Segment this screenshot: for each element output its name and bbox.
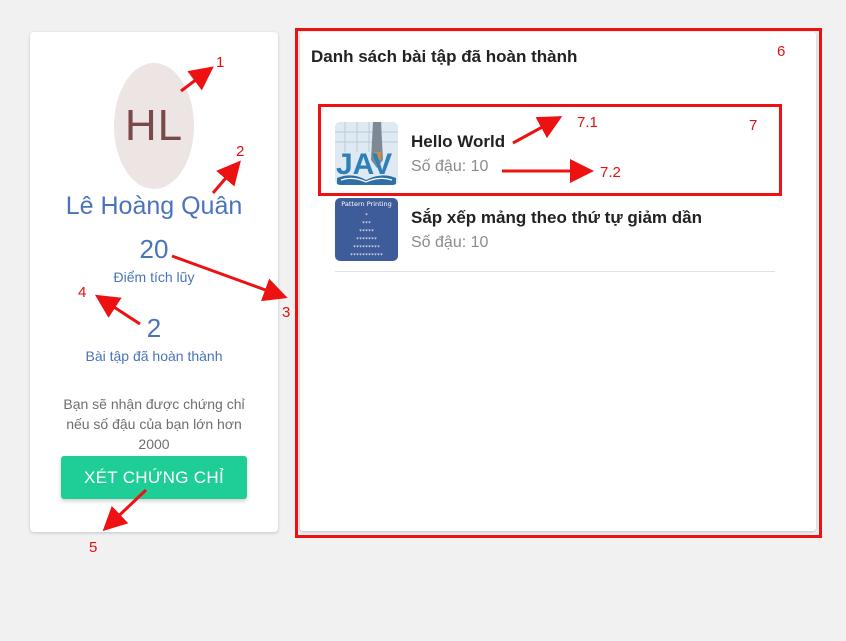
annotation-label-5: 5	[89, 539, 98, 556]
annotation-label-2: 2	[236, 143, 245, 160]
annotation-arrow-1	[180, 66, 214, 93]
annotation-label-1: 1	[216, 54, 225, 71]
annotation-arrows	[94, 66, 594, 532]
annotation-label-3: 3	[282, 304, 291, 321]
annotation-arrow-5	[102, 488, 148, 532]
annotation-label-7-2: 7.2	[600, 164, 621, 181]
annotation-arrow-4	[94, 294, 141, 326]
annotation-arrow-2	[211, 160, 241, 194]
annotation-label-7: 7	[749, 117, 758, 134]
annotation-label-7-1: 7.1	[577, 114, 598, 131]
annotation-arrow-3	[171, 254, 288, 302]
annotation-arrow-7-1	[512, 116, 563, 145]
annotation-label-6: 6	[777, 43, 786, 60]
annotation-label-4: 4	[78, 284, 87, 301]
